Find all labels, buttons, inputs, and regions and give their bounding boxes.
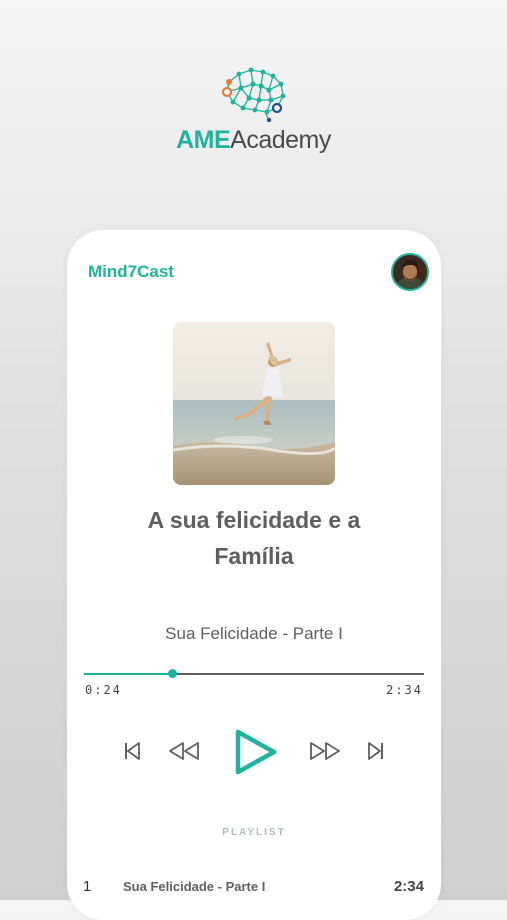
track-title: A sua felicidade e a Família (87, 502, 421, 574)
brain-network-logo-icon (221, 67, 285, 122)
album-cover-image (173, 322, 335, 485)
progress-knob[interactable] (168, 669, 178, 678)
rewind-icon[interactable] (167, 740, 201, 762)
playlist-item-number: 1 (83, 878, 92, 895)
total-time: 2:34 (386, 683, 423, 697)
skip-next-icon[interactable] (366, 740, 386, 762)
fast-forward-icon[interactable] (308, 740, 342, 762)
beach-dancer-image (173, 322, 335, 485)
player-card: Mind7Cast A sua felicidade e a Família S… (67, 230, 441, 920)
track-title-line-2: Família (214, 543, 294, 569)
playlist-item-title: Sua Felicidade - Parte I (123, 879, 266, 894)
avatar[interactable] (391, 253, 429, 291)
app-title: Mind7Cast (88, 262, 174, 281)
playlist-item-duration: 2:34 (393, 878, 424, 895)
progress-fill (84, 673, 173, 675)
brand-name: AMEAcademy (0, 126, 507, 155)
playlist-label: PLAYLIST (222, 827, 286, 838)
episode-title: Sua Felicidade - Parte I (165, 624, 343, 643)
progress-bar[interactable] (84, 667, 424, 681)
brand-header: AMEAcademy (0, 64, 507, 155)
playlist-item[interactable]: 1 Sua Felicidade - Parte I 2:34 (67, 878, 441, 898)
brand-name-academy: Academy (230, 126, 331, 154)
brand-name-ame: AME (176, 126, 231, 154)
track-title-line-1: A sua felicidade e a (147, 507, 361, 533)
profile-photo-icon (393, 255, 427, 289)
skip-previous-icon[interactable] (122, 740, 142, 762)
elapsed-time: 0:24 (85, 683, 122, 697)
play-icon[interactable] (233, 727, 279, 777)
